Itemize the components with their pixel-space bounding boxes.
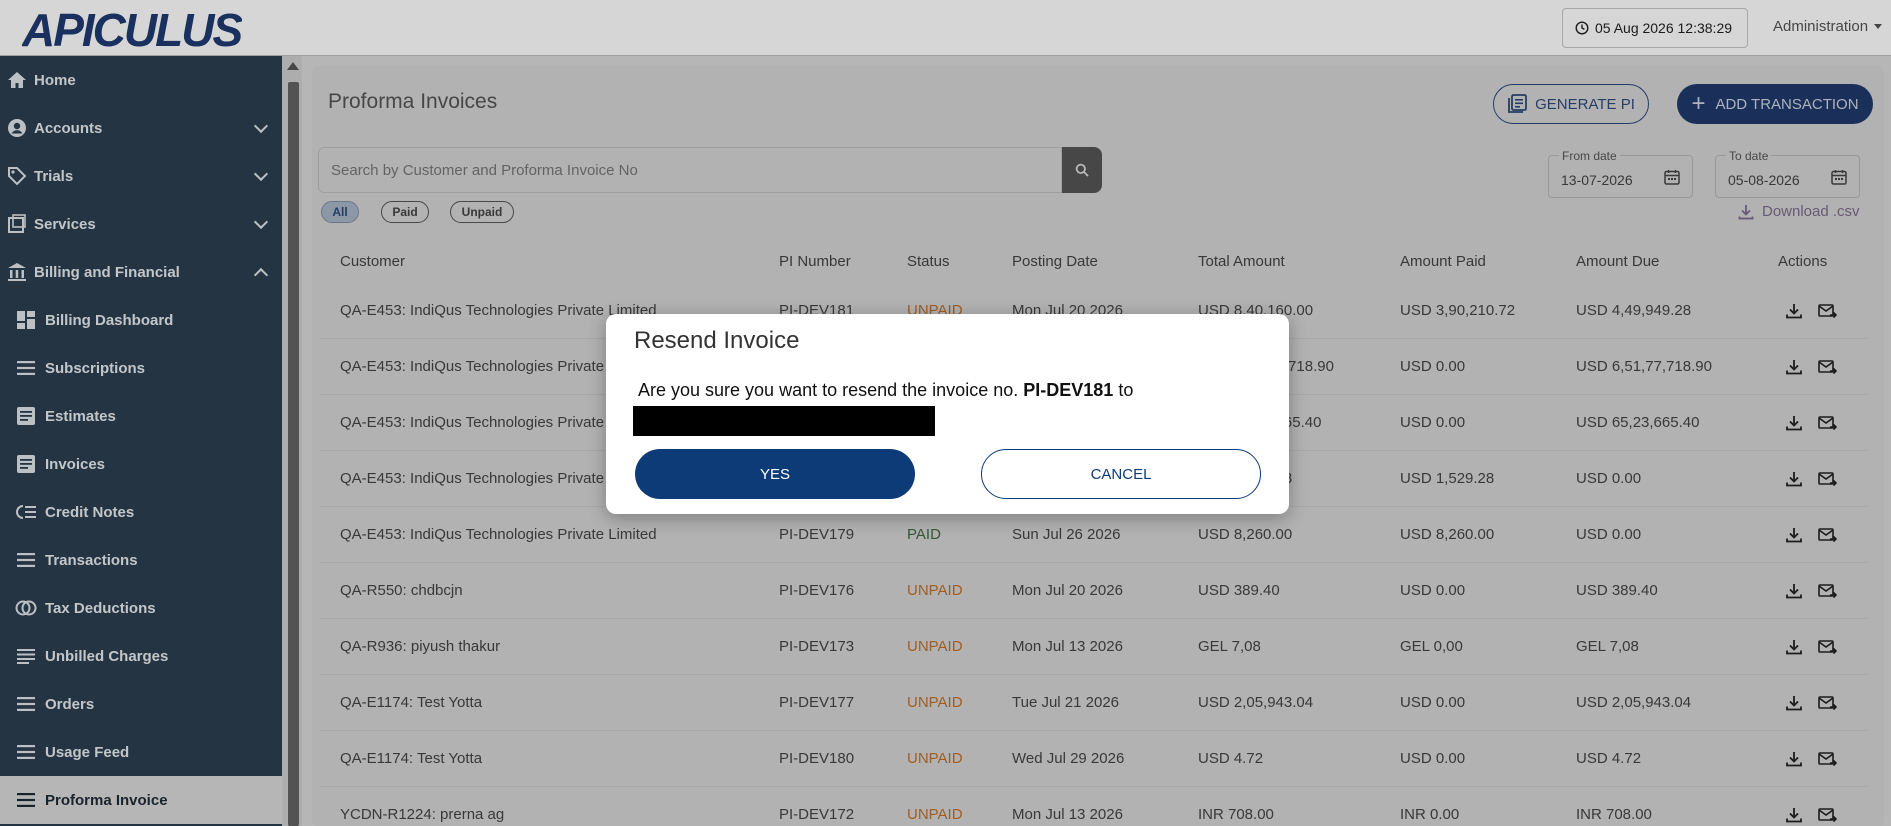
yes-button[interactable]: YES bbox=[635, 449, 915, 499]
redacted-email bbox=[633, 406, 935, 436]
dialog-message: Are you sure you want to resend the invo… bbox=[638, 380, 1134, 400]
cancel-button[interactable]: CANCEL bbox=[981, 449, 1261, 499]
resend-invoice-dialog: Resend Invoice Are you sure you want to … bbox=[606, 314, 1289, 514]
dialog-invoice-number: PI-DEV181 bbox=[1023, 380, 1114, 400]
dialog-title: Resend Invoice bbox=[634, 327, 800, 354]
